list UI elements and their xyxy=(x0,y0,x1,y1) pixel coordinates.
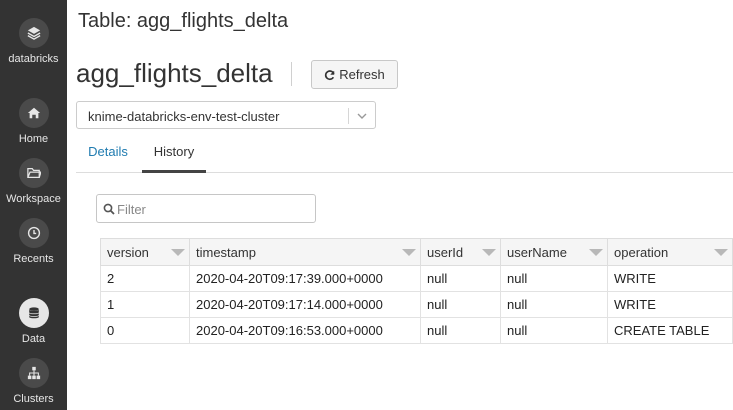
tab-bar: Details History xyxy=(76,137,733,173)
sidebar-item-home[interactable]: Home xyxy=(0,98,67,145)
sort-icon[interactable] xyxy=(589,249,603,256)
cell-operation: CREATE TABLE xyxy=(607,317,733,344)
sidebar-item-label: Home xyxy=(18,133,49,145)
table-row: 1 2020-04-20T09:17:14.000+0000 null null… xyxy=(100,291,733,318)
table-row: 0 2020-04-20T09:16:53.000+0000 null null… xyxy=(100,317,733,344)
clock-icon xyxy=(18,218,49,248)
cell-userid: null xyxy=(420,291,501,318)
sidebar-item-clusters[interactable]: Clusters xyxy=(0,358,67,405)
cluster-select[interactable]: knime-databricks-env-test-cluster xyxy=(76,101,376,129)
cell-username: null xyxy=(500,291,608,318)
logo-label: databricks xyxy=(8,53,59,65)
sort-icon[interactable] xyxy=(171,249,185,256)
table-row: 2 2020-04-20T09:17:39.000+0000 null null… xyxy=(100,265,733,292)
column-header-username[interactable]: userName xyxy=(500,238,608,266)
sidebar-item-label: Workspace xyxy=(6,193,61,205)
page-title: Table: agg_flights_delta xyxy=(78,10,289,32)
cell-operation: WRITE xyxy=(607,265,733,292)
clusters-icon xyxy=(18,358,49,388)
column-header-timestamp[interactable]: timestamp xyxy=(189,238,421,266)
cell-userid: null xyxy=(420,265,501,292)
chevron-down-icon xyxy=(357,113,367,119)
database-icon xyxy=(18,298,49,328)
cell-version: 1 xyxy=(100,291,190,318)
search-icon xyxy=(103,203,115,215)
cell-username: null xyxy=(500,265,608,292)
table-header-row: version timestamp userId userName operat… xyxy=(100,238,733,266)
home-icon xyxy=(18,98,49,128)
tab-details[interactable]: Details xyxy=(76,137,140,173)
cell-username: null xyxy=(500,317,608,344)
cell-version: 2 xyxy=(100,265,190,292)
column-header-version[interactable]: version xyxy=(100,238,190,266)
column-header-label: operation xyxy=(614,244,669,260)
sort-icon[interactable] xyxy=(714,249,728,256)
sidebar-item-recents[interactable]: Recents xyxy=(0,218,67,265)
refresh-label: Refresh xyxy=(339,67,385,82)
sidebar-item-label: Clusters xyxy=(13,393,54,405)
cell-timestamp: 2020-04-20T09:16:53.000+0000 xyxy=(189,317,421,344)
history-table: version timestamp userId userName operat… xyxy=(100,238,733,344)
databricks-logo[interactable]: databricks xyxy=(0,18,67,65)
column-header-operation[interactable]: operation xyxy=(607,238,733,266)
refresh-button[interactable]: Refresh xyxy=(311,60,398,89)
cluster-select-value: knime-databricks-env-test-cluster xyxy=(88,109,280,124)
cell-operation: WRITE xyxy=(607,291,733,318)
filter-input[interactable] xyxy=(117,199,307,219)
cell-userid: null xyxy=(420,317,501,344)
column-header-label: version xyxy=(107,244,149,260)
sidebar-item-workspace[interactable]: Workspace xyxy=(0,158,67,205)
title-divider xyxy=(291,62,292,86)
cell-timestamp: 2020-04-20T09:17:14.000+0000 xyxy=(189,291,421,318)
column-header-label: timestamp xyxy=(196,244,256,260)
layers-logo-icon xyxy=(18,18,49,48)
table-name-heading: agg_flights_delta xyxy=(76,58,273,88)
sort-icon[interactable] xyxy=(482,249,496,256)
cell-timestamp: 2020-04-20T09:17:39.000+0000 xyxy=(189,265,421,292)
sidebar-item-data[interactable]: Data xyxy=(0,298,67,345)
tab-history[interactable]: History xyxy=(142,137,206,173)
select-divider xyxy=(348,108,349,124)
sidebar: databricks Home Workspace Recents Data C… xyxy=(0,0,67,410)
cell-version: 0 xyxy=(100,317,190,344)
sidebar-item-label: Recents xyxy=(13,253,54,265)
column-header-userid[interactable]: userId xyxy=(420,238,501,266)
refresh-icon xyxy=(325,69,335,80)
filter-field[interactable] xyxy=(96,194,316,223)
column-header-label: userId xyxy=(427,244,464,260)
column-header-label: userName xyxy=(507,244,567,260)
sort-icon[interactable] xyxy=(402,249,416,256)
sidebar-item-label: Data xyxy=(21,333,46,345)
folder-icon xyxy=(18,158,49,188)
